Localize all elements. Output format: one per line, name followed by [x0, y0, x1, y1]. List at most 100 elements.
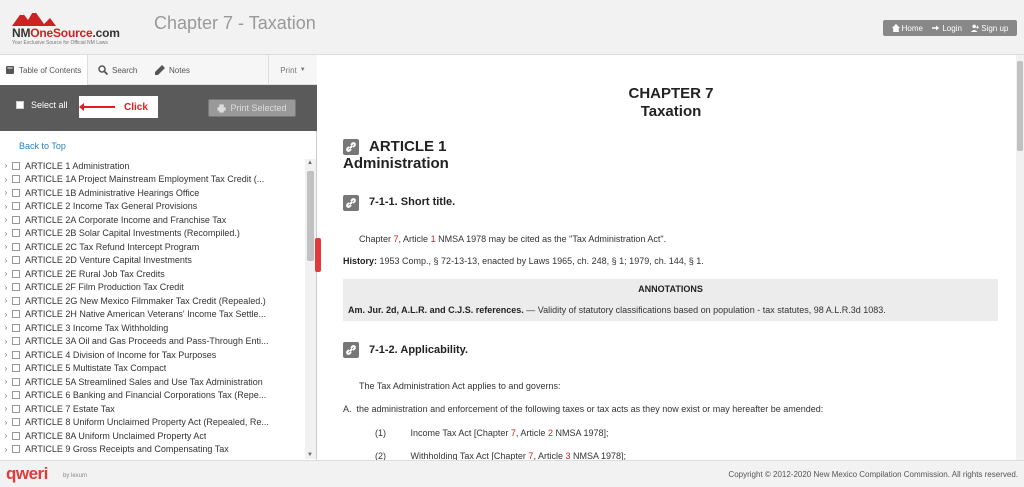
annotations-box: ANNOTATIONS Am. Jur. 2d, A.L.R. and C.J.… [343, 279, 998, 321]
chevron-right-icon[interactable]: › [0, 404, 12, 413]
toc-item-label: ARTICLE 3A Oil and Gas Proceeds and Pass… [25, 336, 269, 347]
print-dropdown[interactable]: Print ▼ [268, 55, 317, 85]
scrollbar-thumb[interactable] [307, 171, 314, 261]
toc-checkbox[interactable] [12, 296, 20, 305]
toc-item[interactable]: › ARTICLE 7 Estate Tax [0, 402, 305, 416]
toc-checkbox[interactable] [12, 377, 20, 386]
toc-item[interactable]: › ARTICLE 2C Tax Refund Intercept Program [0, 240, 305, 254]
chevron-right-icon[interactable]: › [0, 350, 12, 359]
chevron-right-icon[interactable]: › [0, 431, 12, 440]
toc-checkbox[interactable] [12, 202, 20, 211]
toc-checkbox[interactable] [12, 391, 20, 400]
toc-item-label: ARTICLE 4 Division of Income for Tax Pur… [25, 349, 217, 360]
chevron-right-icon[interactable]: › [0, 188, 12, 197]
toc-checkbox[interactable] [12, 337, 20, 346]
toc-item[interactable]: › ARTICLE 4 Division of Income for Tax Pu… [0, 348, 305, 362]
tab-notes[interactable]: Notes [155, 55, 190, 85]
toc-item[interactable]: › ARTICLE 2F Film Production Tax Credit [0, 281, 305, 295]
section-heading-2: 7-1-2. Applicability. [369, 344, 469, 356]
toc-item[interactable]: › ARTICLE 2 Income Tax General Provisions [0, 200, 305, 214]
toc-item[interactable]: › ARTICLE 1 Administration [0, 159, 305, 173]
toc-checkbox[interactable] [12, 404, 20, 413]
scroll-up-icon[interactable]: ▲ [307, 160, 313, 166]
toc-checkbox[interactable] [12, 283, 20, 292]
home-button[interactable]: Home [891, 24, 923, 33]
toc-item[interactable]: › ARTICLE 1B Administrative Hearings Offi… [0, 186, 305, 200]
toc-item[interactable]: › ARTICLE 3 Income Tax Withholding [0, 321, 305, 335]
toc-item[interactable]: › ARTICLE 2E Rural Job Tax Credits [0, 267, 305, 281]
toc-item[interactable]: › ARTICLE 1A Project Mainstream Employmen… [0, 173, 305, 187]
main-scrollbar[interactable] [1016, 55, 1024, 460]
chevron-right-icon[interactable]: › [0, 242, 12, 251]
toc-item[interactable]: › ARTICLE 6 Banking and Financial Corpora… [0, 389, 305, 403]
section-link-icon-2[interactable] [343, 342, 359, 358]
toc-checkbox[interactable] [12, 418, 20, 427]
toc-item[interactable]: › ARTICLE 2B Solar Capital Investments (R… [0, 227, 305, 241]
toc-item[interactable]: › ARTICLE 2A Corporate Income and Franchi… [0, 213, 305, 227]
toc-checkbox[interactable] [12, 175, 20, 184]
qweri-logo[interactable]: qweri [6, 464, 48, 484]
signup-button[interactable]: Sign up [971, 24, 1008, 33]
toc-checkbox[interactable] [12, 229, 20, 238]
chevron-right-icon[interactable]: › [0, 445, 12, 454]
checkbox-box[interactable] [16, 101, 24, 109]
toc-item-label: ARTICLE 1A Project Mainstream Employment… [25, 174, 265, 185]
toc-checkbox[interactable] [12, 269, 20, 278]
scroll-down-icon[interactable]: ▼ [307, 452, 313, 458]
toc-checkbox[interactable] [12, 350, 20, 359]
toc-checkbox[interactable] [12, 215, 20, 224]
tab-table-of-contents[interactable]: Table of Contents [0, 55, 88, 86]
toc-checkbox[interactable] [12, 188, 20, 197]
toc-item[interactable]: › ARTICLE 3A Oil and Gas Proceeds and Pas… [0, 335, 305, 349]
toc-item[interactable]: › ARTICLE 9 Gross Receipts and Compensati… [0, 443, 305, 457]
sidebar-scrollbar[interactable]: ▲ ▼ [305, 159, 316, 459]
toc-checkbox[interactable] [12, 310, 20, 319]
printer-icon [217, 103, 227, 113]
resize-handle[interactable] [315, 238, 321, 272]
chevron-right-icon[interactable]: › [0, 377, 12, 386]
chevron-right-icon[interactable]: › [0, 323, 12, 332]
site-logo[interactable]: NMOneSource.com Your Exclusive Source fo… [8, 8, 138, 48]
chevron-right-icon[interactable]: › [0, 391, 12, 400]
chevron-right-icon[interactable]: › [0, 256, 12, 265]
main-scrollbar-thumb[interactable] [1017, 61, 1023, 151]
select-all-checkbox[interactable]: Select all [16, 100, 68, 110]
chevron-right-icon[interactable]: › [0, 364, 12, 373]
toc-checkbox[interactable] [12, 431, 20, 440]
chevron-right-icon[interactable]: › [0, 202, 12, 211]
back-to-top-link[interactable]: Back to Top [19, 141, 66, 151]
tab-search[interactable]: Search [98, 55, 137, 85]
article-link-icon[interactable] [343, 139, 359, 155]
toc-item-label: ARTICLE 3 Income Tax Withholding [25, 322, 169, 333]
toc-item[interactable]: › ARTICLE 8A Uniform Unclaimed Property A… [0, 429, 305, 443]
toc-checkbox[interactable] [12, 445, 20, 454]
toc-item[interactable]: › ARTICLE 5 Multistate Tax Compact [0, 362, 305, 376]
chevron-right-icon[interactable]: › [0, 283, 12, 292]
toc-item[interactable]: › ARTICLE 5A Streamlined Sales and Use Ta… [0, 375, 305, 389]
login-button[interactable]: Login [932, 24, 962, 33]
sign-in-icon [932, 25, 940, 31]
toc-item[interactable]: › ARTICLE 2D Venture Capital Investments [0, 254, 305, 268]
chevron-right-icon[interactable]: › [0, 296, 12, 305]
click-callout: Click [79, 96, 158, 118]
section-link-icon[interactable] [343, 195, 359, 211]
chevron-right-icon[interactable]: › [0, 215, 12, 224]
toc-item[interactable]: › ARTICLE 2G New Mexico Filmmaker Tax Cre… [0, 294, 305, 308]
toc-checkbox[interactable] [12, 364, 20, 373]
chevron-right-icon[interactable]: › [0, 175, 12, 184]
chevron-right-icon[interactable]: › [0, 337, 12, 346]
toc-checkbox[interactable] [12, 256, 20, 265]
top-header: NMOneSource.com Your Exclusive Source fo… [0, 0, 1024, 55]
toc-checkbox[interactable] [12, 161, 20, 170]
chevron-right-icon[interactable]: › [0, 269, 12, 278]
toc-checkbox[interactable] [12, 242, 20, 251]
chevron-right-icon[interactable]: › [0, 310, 12, 319]
print-selected-button[interactable]: Print Selected [208, 99, 296, 117]
header-nav: Home Login Sign up [883, 20, 1017, 36]
toc-item[interactable]: › ARTICLE 2H Native American Veterans' In… [0, 308, 305, 322]
chevron-right-icon[interactable]: › [0, 229, 12, 238]
toc-checkbox[interactable] [12, 323, 20, 332]
toc-item[interactable]: › ARTICLE 8 Uniform Unclaimed Property Ac… [0, 416, 305, 430]
chevron-right-icon[interactable]: › [0, 161, 12, 170]
chevron-right-icon[interactable]: › [0, 418, 12, 427]
